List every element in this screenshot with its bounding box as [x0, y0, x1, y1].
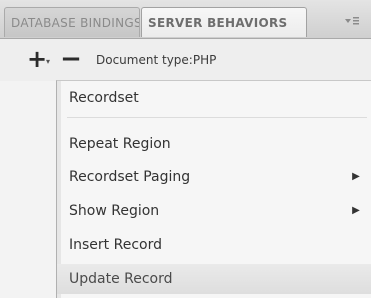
menu-separator [67, 117, 367, 118]
chevron-down-icon: ▾ [46, 57, 51, 66]
menu-item-label: Recordset Paging [69, 169, 191, 185]
panel-options-icon[interactable] [341, 11, 363, 31]
remove-behavior-button[interactable]: − [60, 46, 82, 72]
submenu-arrow-icon: ▶ [352, 205, 360, 216]
menu-item-show-region[interactable]: Show Region ▶ [57, 196, 371, 226]
tab-server-behaviors[interactable]: SERVER BEHAVIORS [141, 7, 307, 37]
menu-item-recordset-paging[interactable]: Recordset Paging ▶ [57, 162, 371, 192]
menu-item-label: Insert Record [69, 237, 162, 253]
tab-database-bindings[interactable]: DATABASE BINDINGS [4, 7, 140, 37]
panel-tab-bar: DATABASE BINDINGS SERVER BEHAVIORS [0, 0, 371, 39]
menu-item-label: Recordset [69, 90, 139, 106]
document-type-label: Document type:PHP [96, 53, 217, 67]
menu-item-repeat-region[interactable]: Repeat Region [57, 129, 371, 159]
menu-item-recordset[interactable]: Recordset [57, 83, 371, 113]
menu-item-update-record[interactable]: Update Record [57, 264, 371, 294]
submenu-arrow-icon: ▶ [352, 171, 360, 182]
add-behavior-button[interactable]: + [26, 45, 48, 73]
server-behaviors-panel: DATABASE BINDINGS SERVER BEHAVIORS + ▾ −… [0, 0, 371, 298]
menu-item-insert-record[interactable]: Insert Record [57, 230, 371, 260]
menu-item-label: Update Record [69, 271, 173, 287]
menu-item-label: Repeat Region [69, 136, 171, 152]
server-behaviors-toolbar: + ▾ − Document type:PHP [0, 39, 371, 81]
menu-item-label: Show Region [69, 203, 160, 219]
add-behavior-menu: Recordset Repeat Region Recordset Paging… [56, 80, 371, 298]
